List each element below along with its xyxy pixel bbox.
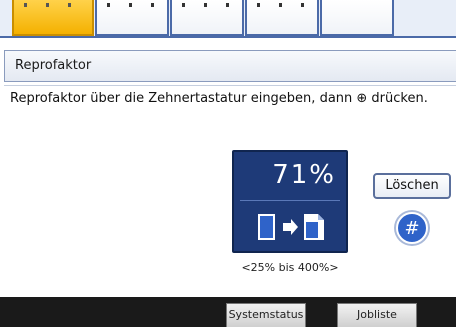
tab-4[interactable] (245, 0, 319, 36)
clear-button[interactable]: Löschen (373, 173, 451, 199)
tab-dots (257, 3, 307, 7)
tab-dots (182, 3, 232, 7)
section-header: Reprofaktor (4, 50, 456, 82)
tab-5[interactable] (320, 0, 394, 36)
tab-strip (0, 0, 456, 46)
tab-1[interactable] (12, 0, 94, 36)
ratio-panel: 71% (232, 150, 348, 253)
ratio-value: 71% (272, 160, 336, 190)
section-title: Reprofaktor (15, 58, 92, 73)
tab-strip-base (0, 36, 456, 46)
divider (4, 85, 456, 86)
tab-dots (107, 3, 157, 7)
ratio-range: <25% bis 400%> (241, 261, 339, 274)
system-status-button[interactable]: Systemstatus (226, 303, 306, 327)
instruction-text: Reprofaktor über die Zehnertastatur eing… (10, 91, 428, 106)
original-to-copy-icon (258, 214, 324, 240)
hash-button[interactable]: # (393, 209, 431, 247)
bottom-bar: Systemstatus Jobliste (0, 297, 456, 327)
tab-dots (24, 3, 82, 7)
tab-2[interactable] (95, 0, 169, 36)
hash-icon: # (404, 218, 419, 239)
job-list-button[interactable]: Jobliste (337, 303, 417, 327)
panel-divider (240, 200, 340, 201)
tab-3[interactable] (170, 0, 244, 36)
